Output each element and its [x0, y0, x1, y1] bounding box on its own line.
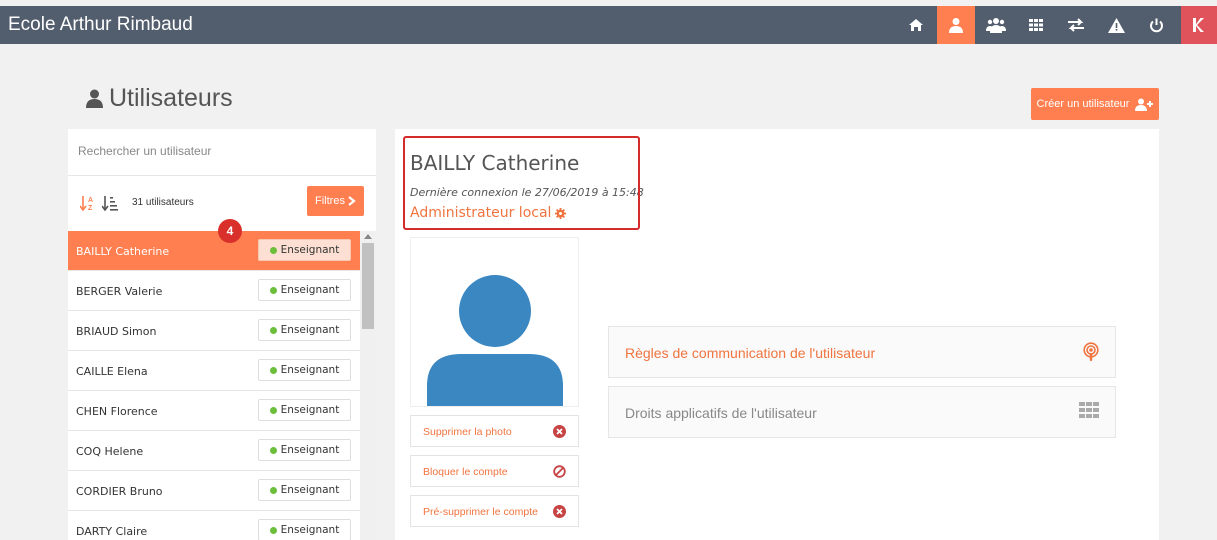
status-dot-icon — [269, 446, 277, 454]
user-list: BAILLY Catherine Enseignant BERGER Valer… — [68, 231, 360, 540]
search-input[interactable] — [76, 143, 360, 159]
communication-rules-label: Règles de communication de l'utilisateur — [625, 345, 876, 361]
avatar — [410, 237, 579, 407]
user-row[interactable]: CAILLE Elena Enseignant — [68, 351, 360, 391]
top-bar: Ecole Arthur Rimbaud — [0, 6, 1217, 44]
highlight-box — [403, 136, 640, 230]
role-badge: Enseignant — [258, 479, 351, 501]
filters-button[interactable]: Filtres — [307, 186, 364, 216]
delete-photo-label: Supprimer la photo — [423, 426, 512, 438]
role-badge: Enseignant — [258, 319, 351, 341]
user-name: BAILLY Catherine — [76, 245, 170, 258]
scroll-thumb[interactable] — [362, 243, 374, 329]
user-name: BRIAUD Simon — [76, 325, 157, 338]
communication-rules-link[interactable]: Règles de communication de l'utilisateur — [608, 326, 1116, 378]
users-panel: AZ 31 utilisateurs Filtres BAILLY Cather… — [68, 129, 376, 540]
status-dot-icon — [269, 326, 277, 334]
role-label: Enseignant — [280, 484, 340, 496]
role-badge: Enseignant — [258, 239, 351, 261]
user-row[interactable]: BAILLY Catherine Enseignant — [68, 231, 360, 271]
avatar-placeholder-icon — [427, 275, 563, 406]
ban-icon — [553, 465, 566, 478]
user-name: CHEN Florence — [76, 405, 158, 418]
role-label: Enseignant — [280, 244, 340, 256]
grid-icon[interactable] — [1017, 6, 1055, 44]
users-icon[interactable] — [977, 6, 1015, 44]
user-row[interactable]: BERGER Valerie Enseignant — [68, 271, 360, 311]
grid-icon — [1079, 402, 1099, 418]
status-dot-icon — [269, 246, 277, 254]
block-account-label: Bloquer le compte — [423, 466, 508, 478]
step-badge: 4 — [218, 219, 242, 243]
role-badge: Enseignant — [258, 359, 351, 381]
role-badge: Enseignant — [258, 519, 351, 540]
user-row[interactable]: BRIAUD Simon Enseignant — [68, 311, 360, 351]
status-dot-icon — [269, 406, 277, 414]
podcast-icon — [1083, 342, 1099, 361]
user-icon[interactable] — [937, 6, 975, 44]
app-rights-link[interactable]: Droits applicatifs de l'utilisateur — [608, 386, 1116, 438]
user-row[interactable]: COQ Helene Enseignant — [68, 431, 360, 471]
pre-delete-label: Pré-supprimer le compte — [423, 506, 538, 518]
role-label: Enseignant — [280, 404, 340, 416]
role-label: Enseignant — [280, 324, 340, 336]
exit-icon[interactable] — [1181, 6, 1217, 44]
role-badge: Enseignant — [258, 399, 351, 421]
user-name: DARTY Claire — [76, 525, 148, 538]
times-circle-icon — [553, 425, 566, 438]
home-icon[interactable] — [897, 6, 935, 44]
role-label: Enseignant — [280, 444, 340, 456]
top-nav — [895, 6, 1217, 44]
role-label: Enseignant — [280, 524, 340, 536]
user-row[interactable]: DARTY Claire Enseignant — [68, 511, 360, 540]
svg-text:A: A — [88, 197, 93, 204]
scroll-up-icon[interactable] — [364, 234, 372, 239]
delete-photo-button[interactable]: Supprimer la photo — [410, 415, 579, 447]
power-icon[interactable] — [1137, 6, 1175, 44]
user-name: BERGER Valerie — [76, 285, 163, 298]
search-box — [68, 129, 376, 176]
user-count: 31 utilisateurs — [132, 197, 194, 208]
status-dot-icon — [269, 286, 277, 294]
status-dot-icon — [269, 366, 277, 374]
role-badge: Enseignant — [258, 439, 351, 461]
page-title: Utilisateurs — [86, 84, 233, 113]
status-dot-icon — [269, 526, 277, 534]
user-name: CAILLE Elena — [76, 365, 148, 378]
role-badge: Enseignant — [258, 279, 351, 301]
role-label: Enseignant — [280, 284, 340, 296]
times-circle-icon — [553, 505, 566, 518]
svg-text:Z: Z — [88, 205, 93, 211]
sort-list-icon[interactable] — [102, 195, 118, 211]
warning-icon[interactable] — [1097, 6, 1135, 44]
create-user-button[interactable]: Créer un utilisateur — [1031, 88, 1159, 120]
user-plus-icon — [1135, 98, 1154, 111]
user-icon — [86, 89, 103, 108]
sort-alpha-icon[interactable]: AZ — [80, 195, 96, 211]
pre-delete-account-button[interactable]: Pré-supprimer le compte — [410, 495, 579, 527]
app-rights-label: Droits applicatifs de l'utilisateur — [625, 405, 817, 421]
list-scrollbar[interactable] — [360, 231, 376, 540]
page-title-text: Utilisateurs — [109, 84, 233, 112]
user-row[interactable]: CHEN Florence Enseignant — [68, 391, 360, 431]
user-name: CORDIER Bruno — [76, 485, 163, 498]
exchange-icon[interactable] — [1057, 6, 1095, 44]
app-title: Ecole Arthur Rimbaud — [8, 14, 193, 35]
filters-label: Filtres — [315, 195, 345, 207]
chevron-right-icon — [348, 196, 356, 206]
block-account-button[interactable]: Bloquer le compte — [410, 455, 579, 487]
role-label: Enseignant — [280, 364, 340, 376]
user-row[interactable]: CORDIER Bruno Enseignant — [68, 471, 360, 511]
user-name: COQ Helene — [76, 445, 144, 458]
status-dot-icon — [269, 486, 277, 494]
create-user-label: Créer un utilisateur — [1036, 98, 1130, 110]
